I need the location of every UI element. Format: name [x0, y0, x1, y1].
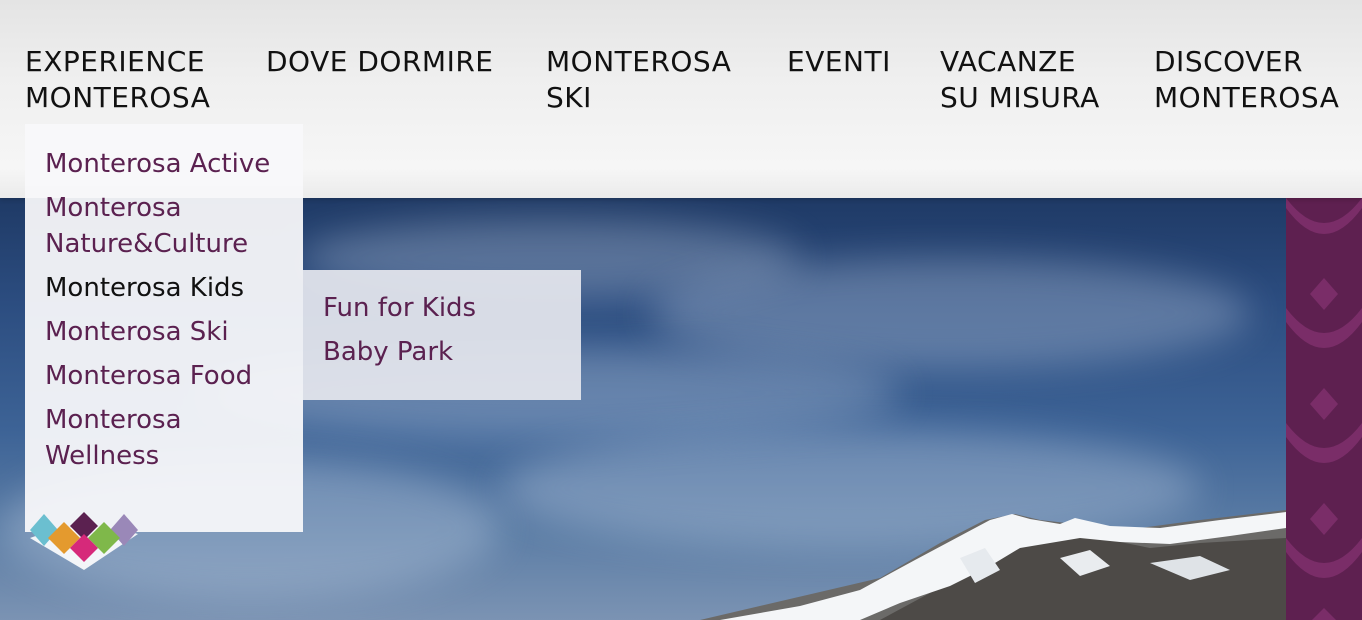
- dropdown-item-food[interactable]: Monterosa Food: [45, 358, 252, 394]
- dropdown-item-ski[interactable]: Monterosa Ski: [45, 314, 229, 350]
- nav-item-monterosa-ski[interactable]: MONTEROSA SKI: [546, 44, 731, 116]
- dropdown-item-kids[interactable]: Monterosa Kids: [45, 270, 244, 306]
- kids-submenu: Fun for Kids Baby Park: [303, 270, 581, 400]
- submenu-item-baby-park[interactable]: Baby Park: [323, 334, 453, 370]
- main-nav: EXPERIENCE MONTEROSA DOVE DORMIRE MONTER…: [0, 44, 1362, 124]
- nav-item-experience-monterosa[interactable]: EXPERIENCE MONTEROSA: [25, 44, 210, 116]
- nav-item-eventi[interactable]: EVENTI: [787, 44, 891, 80]
- nav-item-discover-monterosa[interactable]: DISCOVER MONTEROSA: [1154, 44, 1339, 116]
- decorative-pattern-strip: [1286, 198, 1362, 620]
- experience-dropdown-menu: Monterosa Active Monterosa Nature&Cultur…: [25, 124, 303, 532]
- submenu-item-fun-for-kids[interactable]: Fun for Kids: [323, 290, 476, 326]
- nav-item-dove-dormire[interactable]: DOVE DORMIRE: [266, 44, 493, 80]
- dropdown-item-nature-culture[interactable]: Monterosa Nature&Culture: [45, 190, 248, 262]
- dropdown-item-wellness[interactable]: Monterosa Wellness: [45, 402, 182, 474]
- nav-item-vacanze-su-misura[interactable]: VACANZE SU MISURA: [940, 44, 1100, 116]
- dropdown-item-active[interactable]: Monterosa Active: [45, 146, 270, 182]
- monterosa-logo-icon[interactable]: [28, 508, 140, 574]
